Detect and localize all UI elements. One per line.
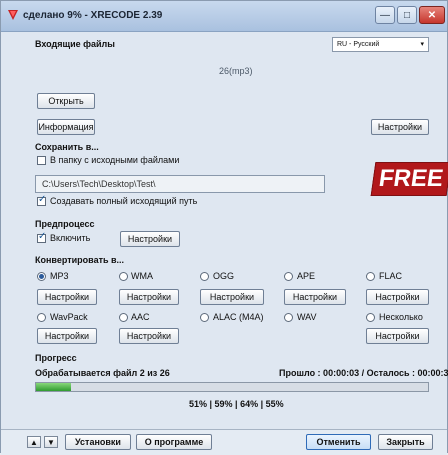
preprocess-enable-checkbox[interactable] <box>37 231 46 243</box>
minimize-button[interactable]: — <box>375 6 395 24</box>
input-summary: 26(mp3) <box>219 66 253 76</box>
format-label-wavpack: WavPack <box>50 312 88 322</box>
progress-fill <box>36 383 72 391</box>
mp3-settings-button[interactable]: Настройки <box>37 289 97 305</box>
create-path-checkbox[interactable] <box>37 194 46 206</box>
xrecode-window: сделано 9% - XRECODE 2.39 — □ ✕ Входящие… <box>0 0 448 455</box>
free-badge: FREE <box>370 162 448 196</box>
move-up-button[interactable]: ▲ <box>27 436 41 448</box>
language-select[interactable]: RU - Русский ▾ <box>332 37 429 52</box>
preprocess-header: Предпроцесс <box>35 219 95 229</box>
input-files-header: Входящие файлы <box>35 39 115 49</box>
language-value: RU - Русский <box>337 41 380 48</box>
preprocess-enable-label: Включить <box>50 233 91 243</box>
format-label-alac: ALAC (M4A) <box>213 312 264 322</box>
down-icon: ▼ <box>47 437 55 447</box>
format-radio-ogg[interactable] <box>200 272 209 281</box>
format-radio-multiple[interactable] <box>366 313 375 322</box>
source-folder-label: В папку с исходными файлами <box>50 155 180 165</box>
free-text: FREE <box>377 165 445 192</box>
maximize-icon: □ <box>403 9 411 21</box>
create-path-label: Создавать полный исходящий путь <box>50 196 198 206</box>
open-button[interactable]: Открыть <box>37 93 95 109</box>
close-button[interactable]: Закрыть <box>378 434 433 450</box>
move-down-button[interactable]: ▼ <box>44 436 58 448</box>
progress-bar <box>35 382 429 392</box>
settings-install-button[interactable]: Установки <box>65 434 131 450</box>
format-radio-mp3[interactable] <box>37 272 46 281</box>
progress-percentages: 51% | 59% | 64% | 55% <box>189 399 284 409</box>
format-radio-aac[interactable] <box>119 313 128 322</box>
close-icon: ✕ <box>427 9 437 21</box>
up-icon: ▲ <box>30 437 38 447</box>
format-label-multiple: Несколько <box>379 312 423 322</box>
save-path-field[interactable]: C:\Users\Tech\Desktop\Test\ <box>35 175 325 193</box>
wavpack-settings-button[interactable]: Настройки <box>37 328 97 344</box>
format-label-aac: AAC <box>131 312 150 322</box>
multiple-settings-button[interactable]: Настройки <box>366 328 429 344</box>
input-settings-button[interactable]: Настройки <box>371 119 429 135</box>
cancel-button[interactable]: Отменить <box>306 434 371 450</box>
elapsed-remaining: Прошло : 00:00:03 / Осталось : 00:00:37 <box>279 368 448 378</box>
progress-status: Обрабатывается файл 2 из 26 <box>35 368 170 378</box>
format-radio-flac[interactable] <box>366 272 375 281</box>
wma-settings-button[interactable]: Настройки <box>119 289 179 305</box>
main-content: Входящие файлы RU - Русский ▾ 26(mp3) От… <box>1 32 448 452</box>
flac-settings-button[interactable]: Настройки <box>366 289 429 305</box>
format-label-wma: WMA <box>131 271 153 281</box>
app-icon <box>8 10 18 20</box>
source-folder-checkbox[interactable] <box>37 156 46 165</box>
format-radio-ape[interactable] <box>284 272 293 281</box>
info-button[interactable]: Информация <box>37 119 95 135</box>
format-radio-alac[interactable] <box>200 313 209 322</box>
format-radio-wavpack[interactable] <box>37 313 46 322</box>
chevron-down-icon: ▾ <box>420 41 424 48</box>
maximize-button[interactable]: □ <box>397 6 417 24</box>
preprocess-settings-button[interactable]: Настройки <box>120 231 180 247</box>
title-bar: сделано 9% - XRECODE 2.39 — □ ✕ <box>1 1 447 32</box>
format-label-flac: FLAC <box>379 271 403 281</box>
ape-settings-button[interactable]: Настройки <box>284 289 346 305</box>
bottom-toolbar: ▲ ▼ Установки О программе Отменить Закры… <box>1 429 447 455</box>
save-path-value: C:\Users\Tech\Desktop\Test\ <box>42 179 156 189</box>
format-label-ogg: OGG <box>213 271 235 281</box>
about-button[interactable]: О программе <box>136 434 212 450</box>
format-radio-wma[interactable] <box>119 272 128 281</box>
minimize-icon: — <box>380 9 390 21</box>
ogg-settings-button[interactable]: Настройки <box>200 289 264 305</box>
close-window-button[interactable]: ✕ <box>419 6 445 24</box>
save-header: Сохранить в... <box>35 142 99 152</box>
format-label-wav: WAV <box>297 312 317 322</box>
convert-header: Конвертировать в... <box>35 255 125 265</box>
format-label-ape: APE <box>297 271 316 281</box>
format-radio-wav[interactable] <box>284 313 293 322</box>
format-label-mp3: MP3 <box>50 271 69 281</box>
aac-settings-button[interactable]: Настройки <box>119 328 179 344</box>
progress-header: Прогресс <box>35 353 77 363</box>
window-title: сделано 9% - XRECODE 2.39 <box>23 10 163 21</box>
